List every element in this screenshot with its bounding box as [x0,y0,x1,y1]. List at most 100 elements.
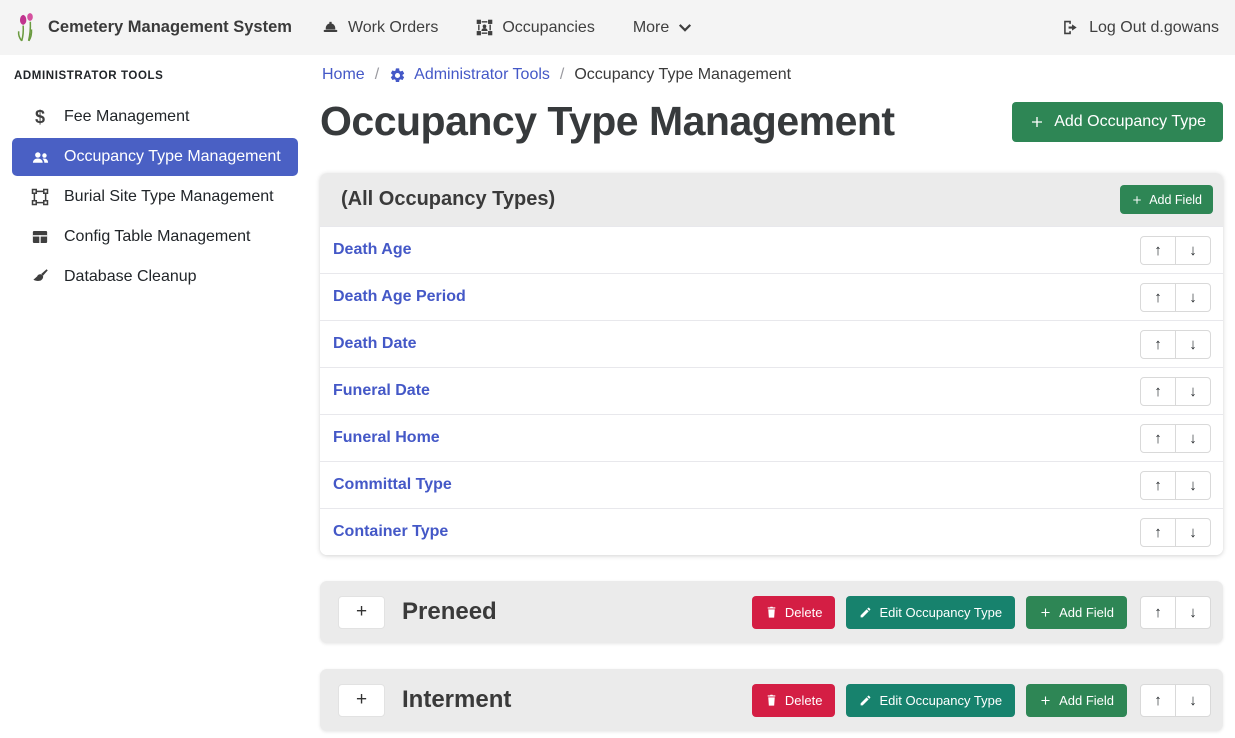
arrow-down-icon: ↓ [1189,383,1197,400]
add-field-button[interactable]: Add Field [1026,596,1127,629]
plus-icon [1039,694,1052,707]
move-up-button[interactable]: ↑ [1140,424,1176,453]
move-up-button[interactable]: ↑ [1140,596,1176,629]
reorder-buttons: ↑ ↓ [1140,424,1211,453]
expand-button[interactable]: + [338,596,385,629]
vector-square-icon [29,188,51,206]
field-row-funeral-date: Funeral Date ↑ ↓ [320,367,1223,414]
edit-occupancy-type-button[interactable]: Edit Occupancy Type [846,596,1015,629]
add-field-button[interactable]: Add Field [1026,684,1127,717]
sidebar-item-config-table-management[interactable]: Config Table Management [12,218,298,256]
sidebar-item-label: Burial Site Type Management [64,188,274,206]
breadcrumb-separator: / [375,66,379,84]
sidebar-item-burial-site-type-management[interactable]: Burial Site Type Management [12,178,298,216]
app-brand[interactable]: Cemetery Management System [16,13,292,42]
move-up-button[interactable]: ↑ [1140,236,1176,265]
breadcrumb: Home / Administrator Tools / Occupancy T… [322,66,1223,84]
reorder-buttons: ↑ ↓ [1140,518,1211,547]
move-down-button[interactable]: ↓ [1175,236,1211,265]
arrow-down-icon: ↓ [1189,477,1197,494]
move-up-button[interactable]: ↑ [1140,330,1176,359]
breadcrumb-current: Occupancy Type Management [574,66,791,84]
move-down-button[interactable]: ↓ [1175,471,1211,500]
trash-icon [765,694,778,707]
section-title: Interment [402,686,511,714]
move-down-button[interactable]: ↓ [1175,377,1211,406]
tulip-logo-icon [16,13,37,42]
move-down-button[interactable]: ↓ [1175,518,1211,547]
sidebar-item-label: Database Cleanup [64,268,197,286]
chevron-down-icon [678,22,692,33]
breadcrumb-home[interactable]: Home [322,66,365,84]
arrow-up-icon: ↑ [1154,383,1162,400]
move-up-button[interactable]: ↑ [1140,471,1176,500]
all-occupancy-types-card: (All Occupancy Types) Add Field Death Ag… [320,173,1223,555]
arrow-down-icon: ↓ [1189,524,1197,541]
field-row-funeral-home: Funeral Home ↑ ↓ [320,414,1223,461]
broom-icon [29,268,51,286]
logout-label: Log Out d.gowans [1089,19,1219,37]
arrow-up-icon: ↑ [1154,289,1162,306]
nav-label: Occupancies [502,19,595,37]
sidebar: Administrator Tools $ Fee Management Occ… [0,55,310,738]
move-up-button[interactable]: ↑ [1140,684,1176,717]
logout-button[interactable]: Log Out d.gowans [1062,19,1219,37]
nav-occupancies[interactable]: Occupancies [476,19,595,37]
reorder-buttons: ↑ ↓ [1140,684,1211,717]
field-row-death-date: Death Date ↑ ↓ [320,320,1223,367]
sidebar-item-fee-management[interactable]: $ Fee Management [12,98,298,136]
delete-button[interactable]: Delete [752,596,836,629]
trash-icon [765,606,778,619]
arrow-down-icon: ↓ [1189,430,1197,447]
delete-button[interactable]: Delete [752,684,836,717]
app-title: Cemetery Management System [48,18,292,37]
move-down-button[interactable]: ↓ [1175,283,1211,312]
reorder-buttons: ↑ ↓ [1140,471,1211,500]
arrow-up-icon: ↑ [1154,604,1162,621]
section-interment: + Interment Delete Edit Occupancy Type A… [320,669,1223,731]
sidebar-item-label: Config Table Management [64,228,251,246]
nav-more[interactable]: More [633,19,692,37]
move-up-button[interactable]: ↑ [1140,518,1176,547]
field-link[interactable]: Death Date [333,335,417,353]
reorder-buttons: ↑ ↓ [1140,330,1211,359]
edit-occupancy-type-button[interactable]: Edit Occupancy Type [846,684,1015,717]
field-link[interactable]: Death Age Period [333,288,466,306]
plus-icon: + [356,601,367,623]
reorder-buttons: ↑ ↓ [1140,283,1211,312]
move-down-button[interactable]: ↓ [1175,684,1211,717]
monument-icon [476,19,493,36]
field-link[interactable]: Funeral Date [333,382,430,400]
sidebar-item-label: Fee Management [64,108,189,126]
dollar-sign-icon: $ [29,107,51,128]
arrow-up-icon: ↑ [1154,524,1162,541]
reorder-buttons: ↑ ↓ [1140,377,1211,406]
field-link[interactable]: Container Type [333,523,448,541]
breadcrumb-administrator-tools[interactable]: Administrator Tools [389,66,550,84]
move-down-button[interactable]: ↓ [1175,330,1211,359]
move-up-button[interactable]: ↑ [1140,377,1176,406]
sidebar-item-database-cleanup[interactable]: Database Cleanup [12,258,298,296]
expand-button[interactable]: + [338,684,385,717]
plus-icon [1039,606,1052,619]
arrow-down-icon: ↓ [1189,604,1197,621]
field-link[interactable]: Funeral Home [333,429,440,447]
arrow-down-icon: ↓ [1189,289,1197,306]
nav-work-orders[interactable]: Work Orders [322,19,438,37]
field-link[interactable]: Committal Type [333,476,452,494]
field-link[interactable]: Death Age [333,241,412,259]
move-down-button[interactable]: ↓ [1175,596,1211,629]
sidebar-item-label: Occupancy Type Management [64,148,281,166]
top-navbar: Cemetery Management System Work Orders [0,0,1235,55]
reorder-buttons: ↑ ↓ [1140,236,1211,265]
page-title: Occupancy Type Management [320,98,895,145]
sidebar-item-occupancy-type-management[interactable]: Occupancy Type Management [12,138,298,176]
move-down-button[interactable]: ↓ [1175,424,1211,453]
plus-icon [1131,194,1143,206]
gear-icon [389,67,406,84]
add-occupancy-type-button[interactable]: Add Occupancy Type [1012,102,1223,142]
move-up-button[interactable]: ↑ [1140,283,1176,312]
arrow-up-icon: ↑ [1154,692,1162,709]
add-field-button[interactable]: Add Field [1120,185,1213,214]
field-row-committal-type: Committal Type ↑ ↓ [320,461,1223,508]
